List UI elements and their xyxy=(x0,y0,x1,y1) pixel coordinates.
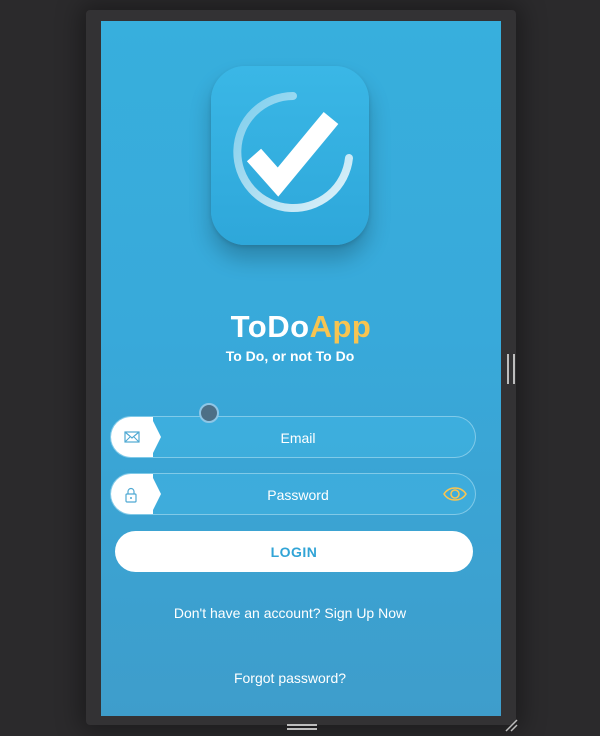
password-field[interactable] xyxy=(110,473,476,516)
password-input[interactable] xyxy=(171,474,425,516)
email-field[interactable] xyxy=(110,416,476,459)
touch-cursor xyxy=(199,403,219,423)
checkmark-icon xyxy=(233,92,353,212)
password-icon-badge xyxy=(111,474,161,514)
app-tagline: To Do, or not To Do xyxy=(225,348,355,364)
envelope-icon xyxy=(124,431,140,443)
app-logo xyxy=(211,66,369,245)
bottom-resize-handle[interactable] xyxy=(287,724,317,730)
eye-icon[interactable] xyxy=(443,484,467,504)
forgot-password-link[interactable]: Forgot password? xyxy=(101,670,479,686)
signup-link[interactable]: Don't have an account? Sign Up Now xyxy=(101,605,479,621)
app-title-part1: ToDo xyxy=(230,309,310,344)
app-title: ToDoApp xyxy=(101,309,501,345)
email-input[interactable] xyxy=(171,417,425,459)
side-resize-handle[interactable] xyxy=(507,354,515,384)
app-screen: ToDoApp To Do, or not To Do LOGIN Don't xyxy=(101,21,501,716)
email-icon-badge xyxy=(111,417,161,457)
lock-icon xyxy=(125,487,137,503)
app-title-part2: App xyxy=(309,309,372,344)
resize-grip-icon[interactable] xyxy=(504,718,518,732)
login-button[interactable]: LOGIN xyxy=(115,531,473,572)
